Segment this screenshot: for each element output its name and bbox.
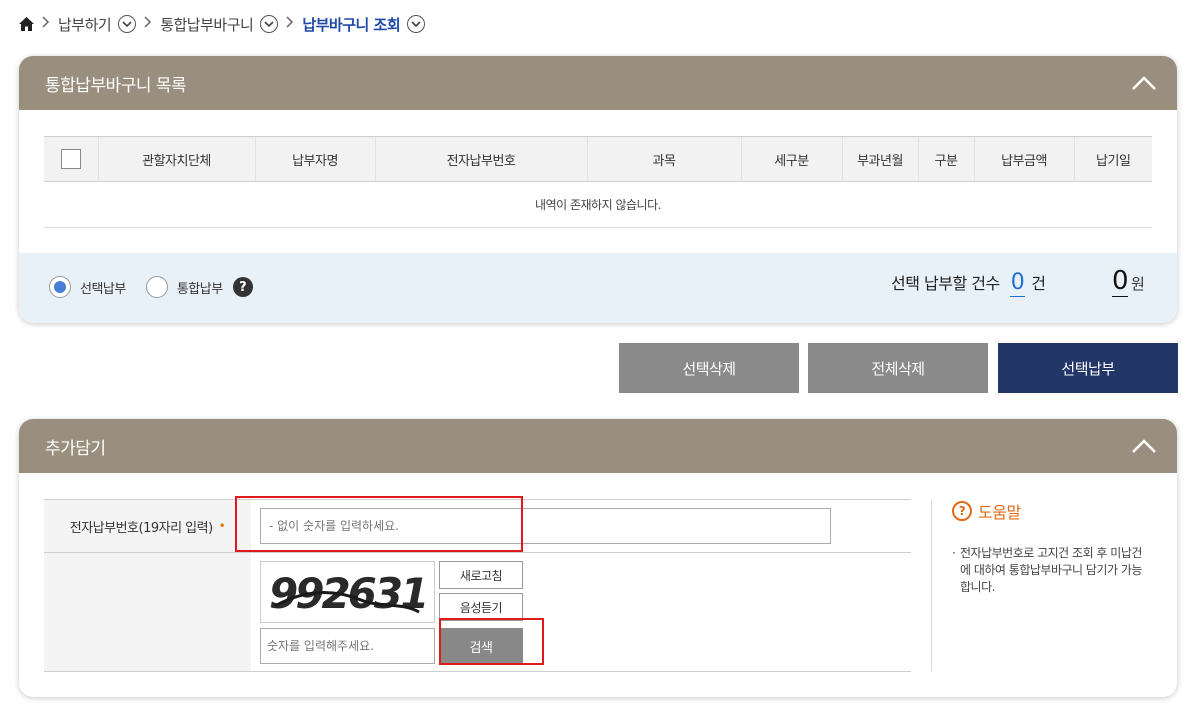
count-label: 선택 납부할 건수 bbox=[891, 274, 1000, 293]
captcha-refresh-button[interactable]: 새로고침 bbox=[439, 561, 523, 589]
select-all-cell bbox=[44, 136, 98, 182]
basket-table: 관할자치단체 납부자명 전자납부번호 과목 세구분 부과년월 구분 납부금액 납… bbox=[44, 136, 1152, 228]
captcha-label-cell bbox=[44, 553, 251, 671]
column-header: 납부자명 bbox=[254, 136, 375, 182]
column-header: 전자납부번호 bbox=[374, 136, 587, 182]
payment-number-row: 전자납부번호(19자리 입력) • bbox=[44, 500, 911, 553]
captcha-audio-button[interactable]: 음성듣기 bbox=[439, 593, 523, 621]
panel-header: 추가담기 bbox=[19, 419, 1177, 473]
radio-label[interactable]: 통합납부 bbox=[177, 278, 223, 297]
selected-count: 선택 납부할 건수 0 건 bbox=[891, 270, 1046, 297]
chevron-up-icon[interactable] bbox=[1131, 73, 1157, 93]
help-title: ? 도움말 bbox=[952, 499, 1151, 523]
breadcrumb-item-basket[interactable]: 통합납부바구니 bbox=[160, 14, 279, 35]
add-form: 전자납부번호(19자리 입력) • 992631 새로고침 음성듣기 검색 bbox=[44, 499, 911, 672]
count-unit: 건 bbox=[1031, 274, 1046, 293]
chevron-right-icon bbox=[286, 16, 294, 32]
delete-all-button[interactable]: 전체삭제 bbox=[808, 343, 988, 393]
radio-label[interactable]: 선택납부 bbox=[80, 278, 126, 297]
chevron-down-circle-icon[interactable] bbox=[407, 15, 426, 33]
chevron-down-circle-icon[interactable] bbox=[118, 15, 137, 33]
chevron-up-icon[interactable] bbox=[1131, 436, 1157, 456]
breadcrumb-item-current[interactable]: 납부바구니 조회 bbox=[302, 14, 426, 35]
field-label-text: 전자납부번호(19자리 입력) bbox=[69, 520, 213, 536]
captcha-text: 992631 bbox=[269, 569, 426, 618]
captcha-image: 992631 bbox=[260, 561, 435, 623]
help-text: 전자납부번호로 고지건 조회 후 미납건에 대하여 통합납부바구니 담기가 가능… bbox=[952, 545, 1151, 596]
help-title-text: 도움말 bbox=[978, 503, 1021, 522]
amount-value: 0 bbox=[1112, 266, 1129, 297]
delete-selected-button[interactable]: 선택삭제 bbox=[619, 343, 799, 393]
pay-selected-button[interactable]: 선택납부 bbox=[998, 343, 1178, 393]
help-section: ? 도움말 전자납부번호로 고지건 조회 후 미납건에 대하여 통합납부바구니 … bbox=[931, 499, 1151, 671]
column-header: 관할자치단체 bbox=[97, 136, 255, 182]
column-header: 납기일 bbox=[1073, 136, 1152, 182]
column-header: 구분 bbox=[917, 136, 974, 182]
column-header: 부과년월 bbox=[841, 136, 918, 182]
pay-mode-radio-group: 선택납부 통합납부 ? bbox=[49, 276, 253, 298]
panel-header: 통합납부바구니 목록 bbox=[19, 56, 1177, 110]
captcha-row: 992631 새로고침 음성듣기 검색 bbox=[44, 553, 911, 672]
table-row: 내역이 존재하지 않습니다. bbox=[44, 181, 1152, 228]
amount-unit: 원 bbox=[1131, 275, 1145, 293]
breadcrumb-label[interactable]: 납부바구니 조회 bbox=[302, 14, 400, 35]
panel-title: 추가담기 bbox=[45, 438, 106, 459]
column-header: 세구분 bbox=[740, 136, 842, 182]
payment-number-input[interactable] bbox=[260, 508, 831, 544]
search-button[interactable]: 검색 bbox=[439, 628, 523, 664]
required-mark: • bbox=[218, 519, 226, 533]
question-icon: ? bbox=[952, 501, 972, 521]
summary-bar: 선택납부 통합납부 ? 선택 납부할 건수 0 건 0 원 bbox=[19, 253, 1177, 323]
table-header-row: 관할자치단체 납부자명 전자납부번호 과목 세구분 부과년월 구분 납부금액 납… bbox=[44, 136, 1152, 182]
captcha-input[interactable] bbox=[260, 628, 435, 664]
breadcrumb-item-pay[interactable]: 납부하기 bbox=[58, 14, 137, 35]
field-label: 전자납부번호(19자리 입력) • bbox=[44, 500, 251, 552]
panel-title: 통합납부바구니 목록 bbox=[45, 75, 187, 96]
field-cell bbox=[251, 500, 911, 552]
radio-selected-pay[interactable] bbox=[49, 276, 71, 298]
empty-message: 내역이 존재하지 않습니다. bbox=[44, 181, 1152, 228]
chevron-right-icon bbox=[42, 16, 50, 32]
radio-dot bbox=[54, 281, 66, 293]
select-all-checkbox[interactable] bbox=[60, 149, 81, 169]
breadcrumb-label[interactable]: 통합납부바구니 bbox=[160, 14, 254, 35]
column-header: 납부금액 bbox=[973, 136, 1074, 182]
chevron-right-icon bbox=[144, 16, 152, 32]
column-header: 과목 bbox=[586, 136, 741, 182]
basket-list-panel: 통합납부바구니 목록 관할자치단체 납부자명 전자납부번호 과목 세구분 부과년… bbox=[19, 56, 1177, 323]
selected-amount: 0 원 bbox=[1112, 266, 1145, 297]
question-icon[interactable]: ? bbox=[232, 277, 253, 297]
count-value: 0 bbox=[1009, 270, 1026, 297]
breadcrumb-label[interactable]: 납부하기 bbox=[58, 14, 112, 35]
breadcrumb: 납부하기 통합납부바구니 납부바구니 조회 bbox=[18, 12, 426, 36]
radio-combined-pay[interactable] bbox=[145, 276, 168, 298]
chevron-down-circle-icon[interactable] bbox=[260, 15, 279, 33]
home-icon[interactable] bbox=[18, 16, 34, 32]
add-to-basket-panel: 추가담기 전자납부번호(19자리 입력) • 992631 새로고침 bbox=[19, 419, 1177, 697]
